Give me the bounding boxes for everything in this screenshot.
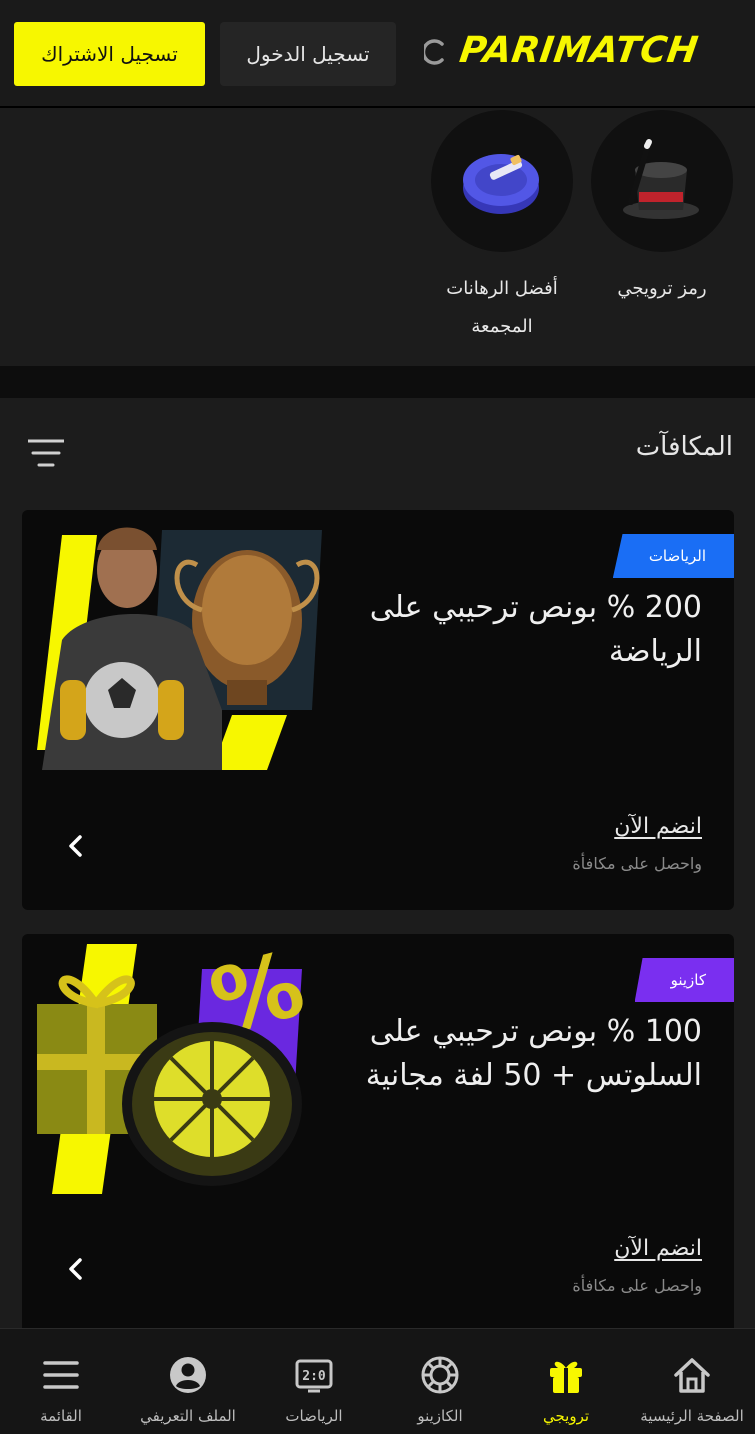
bonus-card-casino[interactable]: % كازينو 100 % بونص ترحيبي على السلوتس +… — [22, 934, 734, 1354]
nav-item-casino[interactable]: الكازينو — [377, 1329, 503, 1434]
nav-item-promotions[interactable]: ترويجي — [503, 1329, 629, 1434]
chevron-left-icon[interactable] — [66, 833, 86, 859]
nav-label: الصفحة الرئيسية — [640, 1407, 744, 1425]
category-tag: كازينو — [634, 958, 734, 1002]
shortcut-label: رمز ترويجي — [617, 278, 707, 299]
bonuses-section: المكافآت الرياضات 200 % بونص ترحيبي على … — [0, 398, 755, 1354]
category-tag: الرياضات — [612, 534, 734, 578]
casino-chip-icon — [421, 1356, 459, 1394]
footballer-trophy-image — [37, 527, 322, 770]
nav-label: الملف التعريفي — [140, 1407, 236, 1425]
bonus-title: 200 % بونص ترحيبي على الرياضة — [369, 590, 702, 669]
nav-label: الرياضات — [285, 1407, 343, 1425]
nav-label: القائمة — [40, 1407, 82, 1425]
join-now-link[interactable]: انضم الآن — [614, 1236, 702, 1261]
scoreboard-icon: 2:0 — [295, 1359, 333, 1393]
bonus-title: 100 % بونص ترحيبي على السلوتس + 50 لفة م… — [365, 1014, 702, 1093]
shortcuts-row: رمز ترويجي أفضل الرهانات المجمعة — [0, 110, 755, 366]
login-button[interactable]: تسجيل الدخول — [220, 22, 396, 86]
shortcut-promo-code[interactable]: رمز ترويجي — [572, 110, 752, 308]
join-subtitle: واحصل على مكافأة — [572, 854, 702, 873]
loading-spinner-icon — [424, 39, 444, 65]
bonus-card-sports[interactable]: الرياضات 200 % بونص ترحيبي على الرياضة ا… — [22, 510, 734, 910]
shortcut-label: أفضل الرهانات المجمعة — [446, 278, 558, 337]
nav-label: الكازينو — [417, 1407, 463, 1425]
user-icon — [170, 1357, 206, 1393]
signup-button[interactable]: تسجيل الاشتراك — [14, 22, 205, 86]
join-subtitle: واحصل على مكافأة — [572, 1276, 702, 1295]
shortcut-best-parlays[interactable]: أفضل الرهانات المجمعة — [412, 110, 592, 346]
bottom-navigation: الصفحة الرئيسية ترويجي الكازينو 2:0 الري… — [0, 1328, 755, 1434]
menu-icon — [43, 1361, 79, 1389]
gift-wheel-image: % — [37, 934, 315, 1194]
nav-item-home[interactable]: الصفحة الرئيسية — [629, 1329, 755, 1434]
section-title: المكافآت — [635, 432, 733, 462]
nav-item-menu[interactable]: القائمة — [0, 1329, 124, 1434]
coin-stack-icon — [431, 110, 573, 252]
join-now-link[interactable]: انضم الآن — [614, 814, 702, 839]
top-header: تسجيل الاشتراك تسجيل الدخول PARIMATCH — [0, 0, 755, 108]
chevron-left-icon[interactable] — [66, 1256, 86, 1282]
svg-text:2:0: 2:0 — [302, 1369, 326, 1384]
parimatch-logo[interactable]: PARIMATCH — [457, 30, 701, 71]
home-icon — [674, 1358, 710, 1393]
nav-label: ترويجي — [542, 1407, 590, 1425]
magic-hat-icon — [591, 110, 733, 252]
nav-item-sports[interactable]: 2:0 الرياضات — [251, 1329, 377, 1434]
filter-icon[interactable] — [28, 438, 64, 468]
section-divider — [0, 366, 755, 398]
nav-item-profile[interactable]: الملف التعريفي — [125, 1329, 251, 1434]
gift-icon — [550, 1361, 582, 1393]
